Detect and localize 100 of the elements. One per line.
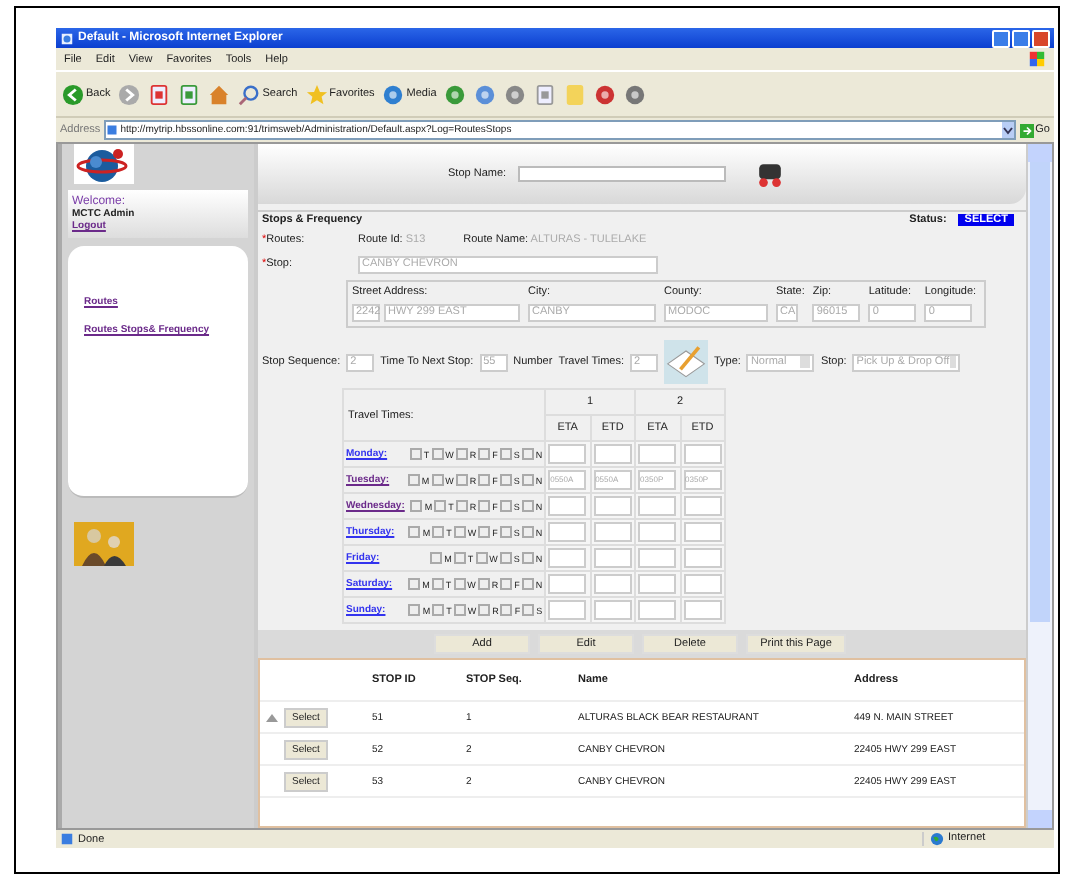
checkbox[interactable] <box>430 552 443 564</box>
checkbox[interactable] <box>499 474 512 486</box>
time-field[interactable] <box>548 548 587 568</box>
notes-button[interactable] <box>564 83 587 105</box>
time-field[interactable] <box>638 496 677 516</box>
checkbox[interactable] <box>408 604 421 616</box>
page-icon <box>60 832 74 846</box>
minimize-button[interactable] <box>992 29 1010 47</box>
circle-icon <box>382 83 405 105</box>
time-field[interactable] <box>593 574 632 594</box>
circle-icon <box>624 83 647 105</box>
checkbox[interactable] <box>432 604 445 616</box>
page-icon <box>178 83 201 105</box>
checkbox[interactable] <box>500 604 513 616</box>
checkbox[interactable] <box>500 578 513 590</box>
stop-name-field[interactable] <box>518 166 727 182</box>
edit-button[interactable] <box>534 83 557 105</box>
checkbox[interactable] <box>453 552 466 564</box>
checkbox[interactable] <box>499 526 512 538</box>
home-icon <box>208 83 231 105</box>
home-button[interactable] <box>208 83 231 105</box>
time-field[interactable] <box>638 548 677 568</box>
time-field[interactable] <box>548 496 587 516</box>
time-field[interactable] <box>593 444 632 464</box>
checkbox[interactable] <box>478 500 491 512</box>
globe-icon <box>930 832 944 846</box>
forward-button[interactable] <box>118 83 141 105</box>
close-button[interactable] <box>1032 29 1050 47</box>
checkbox[interactable] <box>521 474 534 486</box>
checkbox[interactable] <box>521 500 534 512</box>
time-field[interactable] <box>638 522 677 542</box>
checkbox[interactable] <box>522 604 535 616</box>
time-field[interactable] <box>593 522 632 542</box>
checkbox[interactable] <box>432 526 445 538</box>
checkbox[interactable] <box>521 578 534 590</box>
checkbox[interactable] <box>477 578 490 590</box>
stop-button[interactable] <box>148 83 171 105</box>
checkbox[interactable] <box>453 604 466 616</box>
checkbox[interactable] <box>521 552 534 564</box>
checkbox[interactable] <box>478 604 491 616</box>
dropdown-arrow-icon[interactable] <box>1001 122 1014 138</box>
checkbox[interactable] <box>407 474 420 486</box>
time-field[interactable] <box>683 548 722 568</box>
checkbox[interactable] <box>453 526 466 538</box>
scrollbar[interactable] <box>1026 144 1052 828</box>
checkbox[interactable] <box>521 448 534 460</box>
checkbox[interactable] <box>455 474 468 486</box>
checkbox[interactable] <box>431 448 444 460</box>
time-field[interactable] <box>683 574 722 594</box>
checkbox[interactable] <box>478 526 491 538</box>
mail-button[interactable] <box>474 83 497 105</box>
checkbox[interactable] <box>431 474 444 486</box>
checkbox[interactable] <box>453 578 466 590</box>
page-icon <box>534 83 557 105</box>
ie-icon <box>60 31 74 45</box>
note-icon <box>564 83 587 105</box>
print-button[interactable] <box>504 83 527 105</box>
checkbox[interactable] <box>499 500 512 512</box>
time-field[interactable] <box>638 600 677 620</box>
time-field[interactable] <box>548 522 587 542</box>
history-button[interactable] <box>444 83 467 105</box>
star-icon <box>305 83 328 105</box>
time-field[interactable] <box>683 600 722 620</box>
circle-icon <box>474 83 497 105</box>
refresh-button[interactable] <box>178 83 201 105</box>
checkbox[interactable] <box>478 448 491 460</box>
page-icon <box>148 83 171 105</box>
chat-button[interactable] <box>624 83 647 105</box>
checkbox[interactable] <box>409 448 422 460</box>
circle-icon <box>504 83 527 105</box>
checkbox[interactable] <box>455 448 468 460</box>
checkbox[interactable] <box>499 448 512 460</box>
vehicle-icon <box>754 161 787 187</box>
time-field[interactable] <box>638 444 677 464</box>
time-field[interactable] <box>548 600 587 620</box>
checkbox[interactable] <box>408 578 421 590</box>
notepad-pencil-icon[interactable] <box>664 340 708 384</box>
time-field[interactable] <box>638 574 677 594</box>
checkbox[interactable] <box>455 500 468 512</box>
maximize-button[interactable] <box>1012 29 1030 47</box>
time-field[interactable] <box>593 496 632 516</box>
time-field[interactable] <box>683 444 722 464</box>
checkbox[interactable] <box>434 500 447 512</box>
checkbox[interactable] <box>475 552 488 564</box>
time-field[interactable] <box>683 522 722 542</box>
checkbox[interactable] <box>478 474 491 486</box>
messenger-button[interactable] <box>594 83 617 105</box>
checkbox[interactable] <box>408 526 421 538</box>
arrow-icon <box>1019 123 1034 137</box>
checkbox[interactable] <box>499 552 512 564</box>
checkbox[interactable] <box>431 578 444 590</box>
page-icon <box>106 124 119 136</box>
checkbox[interactable] <box>410 500 423 512</box>
time-field[interactable] <box>683 496 722 516</box>
time-field[interactable] <box>593 600 632 620</box>
time-field[interactable] <box>548 574 587 594</box>
circle-icon <box>594 83 617 105</box>
time-field[interactable] <box>548 444 587 464</box>
checkbox[interactable] <box>521 526 534 538</box>
time-field[interactable] <box>593 548 632 568</box>
